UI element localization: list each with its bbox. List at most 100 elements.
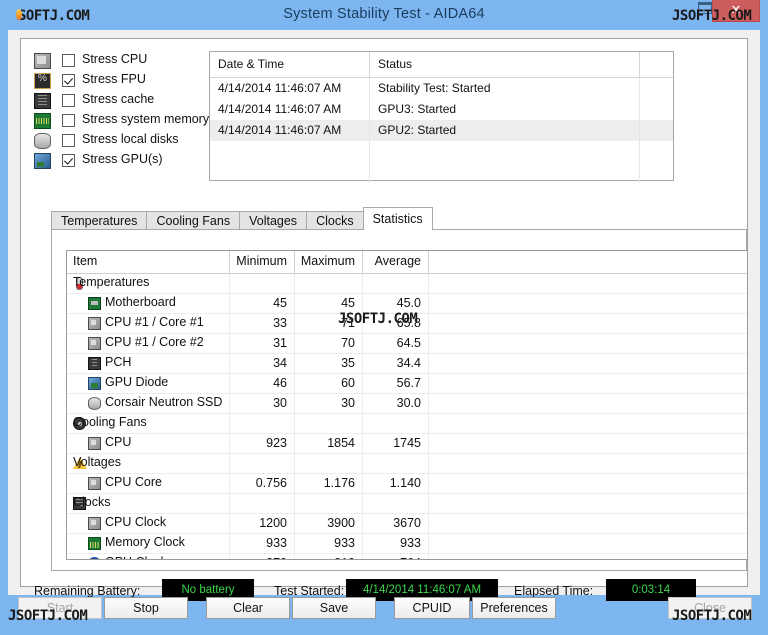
stat-cell-average: 30.0 [363, 394, 429, 413]
close-icon: ✕ [730, 2, 742, 17]
table-row[interactable]: Temperatures [67, 274, 747, 294]
table-row[interactable]: Clocks [67, 494, 747, 514]
cpuid-button[interactable]: CPUID [394, 597, 470, 619]
close-dialog-button[interactable]: Close [668, 597, 752, 619]
stat-cell-average: 34.4 [363, 354, 429, 373]
disk-icon [34, 133, 51, 149]
stat-cell-minimum: 46 [230, 374, 295, 393]
stat-cell-maximum: 45 [295, 294, 363, 313]
table-row[interactable]: Memory Clock 933 933 933 [67, 534, 747, 554]
table-row[interactable]: CPU #1 / Core #1 33 71 65.8 [67, 314, 747, 334]
table-row-empty [210, 162, 673, 183]
stat-cell-extra [429, 494, 747, 513]
table-row[interactable]: Voltages [67, 454, 747, 474]
log-cell-status: GPU2: Started [370, 120, 640, 141]
table-row[interactable]: CPU 923 1854 1745 [67, 434, 747, 454]
stat-column-average: Average [363, 251, 429, 273]
table-row[interactable]: 4/14/2014 11:46:07 AM Stability Test: St… [210, 78, 673, 99]
stat-cell-item: PCH [67, 354, 230, 373]
stress-gpu-checkbox[interactable] [62, 154, 75, 167]
stress-fpu-checkbox[interactable] [62, 74, 75, 87]
stress-option-label: Stress system memory [82, 112, 210, 126]
stress-cache-checkbox[interactable] [62, 94, 75, 107]
stress-option-row[interactable]: Stress FPU [34, 71, 204, 91]
stress-option-row[interactable]: Stress GPU(s) [34, 151, 204, 171]
dialog-body: Stress CPU Stress FPU Stress cache Stres… [8, 30, 760, 601]
table-row[interactable]: 4/14/2014 11:46:07 AM GPU2: Started [210, 120, 673, 141]
table-row[interactable]: Cooling Fans [67, 414, 747, 434]
stat-cell-item: Cooling Fans [67, 414, 230, 433]
stat-cell-maximum: 60 [295, 374, 363, 393]
cpu-icon [88, 437, 101, 450]
table-row[interactable]: 4/14/2014 11:46:07 AM GPU3: Started [210, 99, 673, 120]
table-row[interactable]: GPU Clock 270810764 [67, 554, 747, 559]
stat-cell-extra [429, 534, 747, 553]
tab-voltages[interactable]: Voltages [239, 211, 308, 230]
table-row[interactable]: PCH 34 35 34.4 [67, 354, 747, 374]
memory-icon [34, 113, 51, 129]
preferences-button[interactable]: Preferences [472, 597, 556, 619]
stat-cell-minimum: 1200 [230, 514, 295, 533]
stat-cell-maximum: 933 [295, 534, 363, 553]
stress-disks-checkbox[interactable] [62, 134, 75, 147]
cpu-icon [88, 337, 101, 350]
stat-cell-item: Voltages [67, 454, 230, 473]
table-row[interactable]: CPU Core 0.756 1.176 1.140 [67, 474, 747, 494]
stat-cell-extra [429, 374, 747, 393]
stat-cell-minimum [230, 454, 295, 473]
stat-cell-item: Corsair Neutron SSD [67, 394, 230, 413]
stat-cell-average: 45.0 [363, 294, 429, 313]
maximize-button[interactable] [698, 2, 712, 14]
stat-cell-extra [429, 454, 747, 473]
close-button[interactable]: ✕ [712, 0, 760, 22]
stress-cpu-checkbox[interactable] [62, 54, 75, 67]
cache-icon [34, 93, 51, 109]
tab-cooling-fans[interactable]: Cooling Fans [146, 211, 241, 230]
table-row[interactable]: CPU Clock 1200 3900 3670 [67, 514, 747, 534]
table-row-empty [210, 141, 673, 162]
log-cell-datetime: 4/14/2014 11:46:07 AM [210, 120, 370, 141]
stop-button[interactable]: Stop [104, 597, 188, 619]
statistics-header: Item Minimum Maximum Average [67, 251, 747, 274]
stat-cell-minimum [230, 414, 295, 433]
memory-icon [88, 537, 101, 550]
stress-memory-checkbox[interactable] [62, 114, 75, 127]
stat-cell-average: 933 [363, 534, 429, 553]
save-button[interactable]: Save [292, 597, 376, 619]
cpu-icon [88, 317, 101, 330]
stat-cell-item: Clocks [67, 494, 230, 513]
client-area: Stress CPU Stress FPU Stress cache Stres… [20, 38, 748, 601]
stat-item-label: CPU Clock [105, 515, 167, 529]
stat-cell-minimum: 923 [230, 434, 295, 453]
table-row[interactable]: GPU Diode 46 60 56.7 [67, 374, 747, 394]
event-log-header: Date & Time Status [210, 52, 673, 78]
gpu-clock-icon [88, 557, 101, 559]
stat-item-label: GPU Diode [105, 375, 169, 389]
log-cell-status: GPU3: Started [370, 99, 640, 120]
table-row[interactable]: Corsair Neutron SSD 30 30 30.0 [67, 394, 747, 414]
stress-option-row[interactable]: Stress system memory [34, 111, 209, 131]
stat-column-item: Item [67, 251, 230, 273]
table-row[interactable]: Motherboard 45 45 45.0 [67, 294, 747, 314]
clear-button[interactable]: Clear [206, 597, 290, 619]
tab-strip: Temperatures Cooling Fans Voltages Clock… [51, 207, 433, 230]
tab-clocks[interactable]: Clocks [306, 211, 364, 230]
stat-cell-maximum: 1.176 [295, 474, 363, 493]
event-log-table[interactable]: Date & Time Status 4/14/2014 11:46:07 AM… [209, 51, 674, 183]
cpu-icon [88, 477, 101, 490]
stat-item-label: GPU Clock [105, 555, 167, 559]
stress-option-row[interactable]: Stress CPU [34, 51, 204, 71]
start-button[interactable]: Start [18, 597, 102, 619]
fpu-icon [34, 73, 51, 89]
stat-cell-minimum: 270 [230, 554, 295, 559]
tab-temperatures[interactable]: Temperatures [51, 211, 148, 230]
stat-cell-extra [429, 434, 747, 453]
stress-option-label: Stress cache [82, 92, 155, 106]
table-row[interactable]: CPU #1 / Core #2 31 70 64.5 [67, 334, 747, 354]
stat-cell-average: 3670 [363, 514, 429, 533]
stress-option-row[interactable]: Stress cache [34, 91, 204, 111]
stress-option-row[interactable]: Stress local disks [34, 131, 204, 151]
tab-statistics[interactable]: Statistics [362, 207, 433, 230]
log-cell-datetime: 4/14/2014 11:46:07 AM [210, 99, 370, 120]
statistics-table[interactable]: Item Minimum Maximum Average Temperature… [66, 250, 748, 560]
